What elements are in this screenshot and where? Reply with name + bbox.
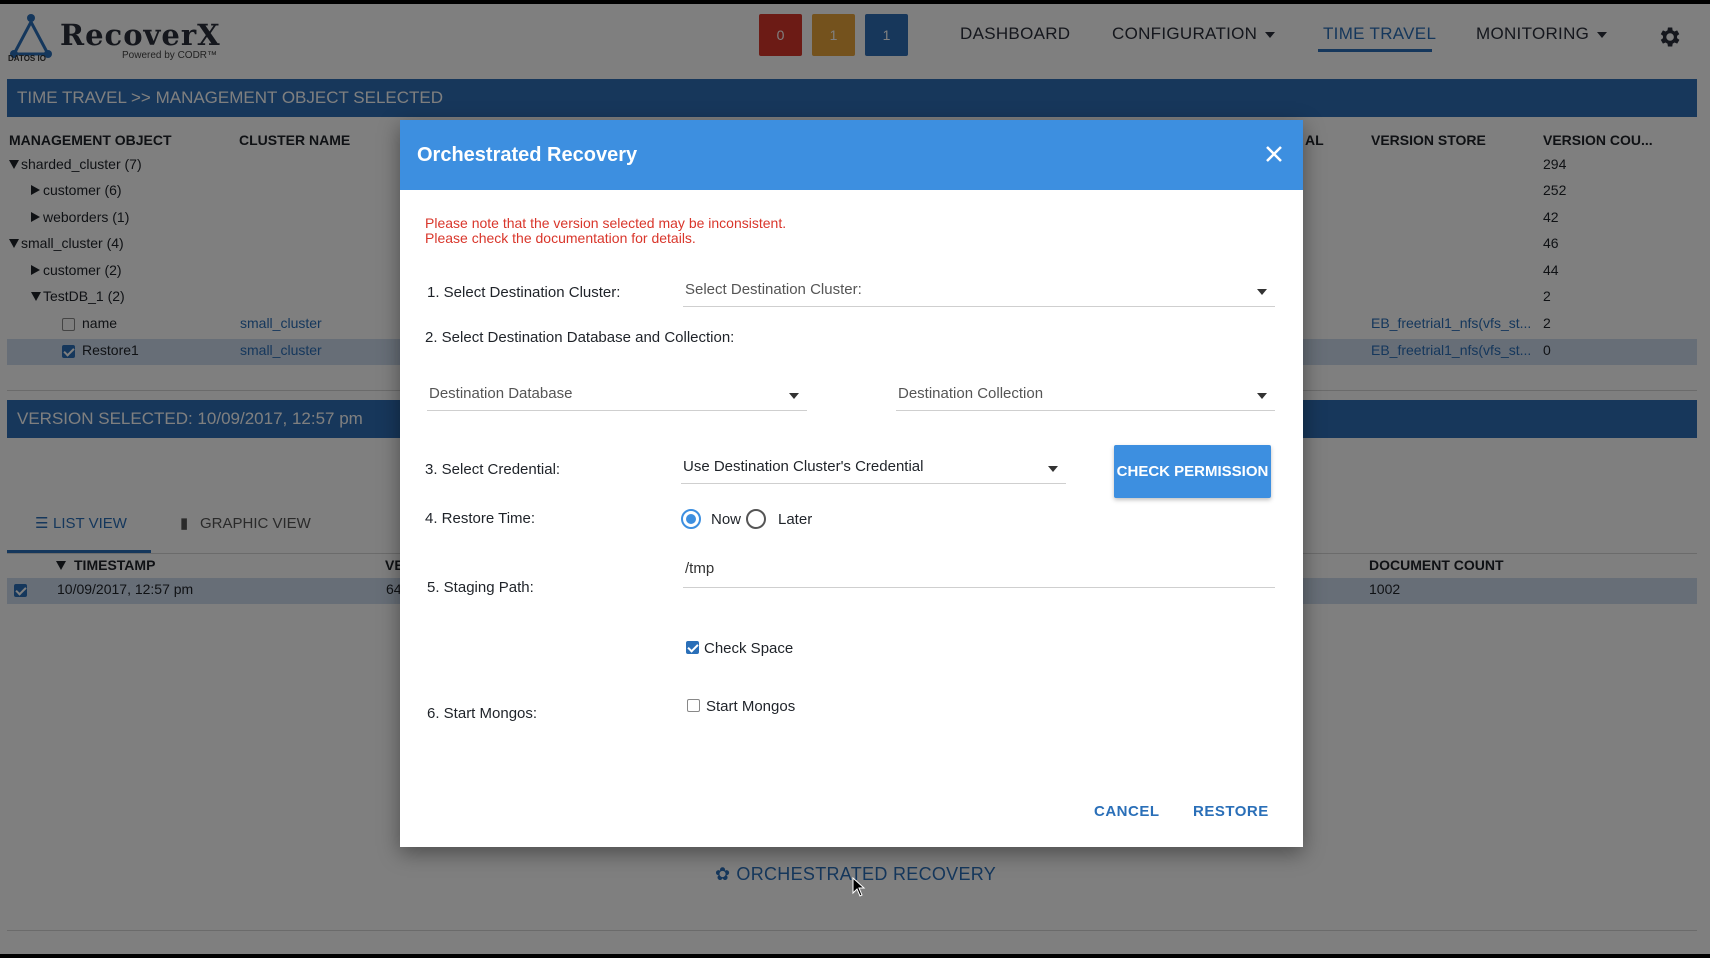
warning-line-1: Please note that the version selected ma… xyxy=(425,215,787,231)
credential-select[interactable]: Use Destination Cluster's Credential xyxy=(681,454,1066,484)
destination-database-placeholder: Destination Database xyxy=(429,385,573,402)
destination-cluster-select[interactable]: Select Destination Cluster: xyxy=(683,277,1275,307)
start-mongos-checkbox[interactable] xyxy=(687,699,700,712)
check-permission-button[interactable]: CHECK PERMISSION xyxy=(1114,445,1271,498)
dialog-header: Orchestrated Recovery xyxy=(400,120,1303,190)
cancel-button[interactable]: CANCEL xyxy=(1094,803,1160,820)
chevron-down-icon xyxy=(1257,393,1267,399)
start-mongos-label[interactable]: Start Mongos xyxy=(706,698,795,715)
chevron-down-icon xyxy=(789,393,799,399)
chevron-down-icon xyxy=(1048,466,1058,472)
step4-label: 4. Restore Time: xyxy=(425,510,536,527)
credential-value: Use Destination Cluster's Credential xyxy=(683,458,924,475)
step1-label: 1. Select Destination Cluster: xyxy=(427,284,621,301)
app-window: DATOS IO RecoverX Powered by CODR™ 0 1 1… xyxy=(0,4,1710,954)
dialog-title: Orchestrated Recovery xyxy=(417,144,638,166)
step5-label: 5. Staging Path: xyxy=(427,579,534,596)
close-icon[interactable] xyxy=(1262,142,1286,166)
check-space-label[interactable]: Check Space xyxy=(704,640,793,657)
mouse-cursor-icon xyxy=(852,877,866,897)
destination-collection-placeholder: Destination Collection xyxy=(898,385,1044,402)
restore-later-radio[interactable] xyxy=(746,509,766,529)
restore-later-label[interactable]: Later xyxy=(778,511,812,528)
restore-now-radio[interactable] xyxy=(681,509,701,529)
destination-database-select[interactable]: Destination Database xyxy=(427,381,807,411)
chevron-down-icon xyxy=(1257,289,1267,295)
warning-line-2: Please check the documentation for detai… xyxy=(425,230,696,246)
staging-path-input[interactable]: /tmp xyxy=(683,556,1275,588)
step6-label: 6. Start Mongos: xyxy=(427,705,538,722)
destination-collection-select[interactable]: Destination Collection xyxy=(896,381,1275,411)
restore-button[interactable]: RESTORE xyxy=(1193,803,1269,820)
step3-label: 3. Select Credential: xyxy=(425,461,561,478)
step2-label: 2. Select Destination Database and Colle… xyxy=(425,329,735,346)
restore-now-label[interactable]: Now xyxy=(711,511,741,528)
destination-cluster-placeholder: Select Destination Cluster: xyxy=(685,281,862,298)
orchestrated-recovery-dialog: Orchestrated Recovery Please note that t… xyxy=(400,120,1303,847)
check-space-checkbox[interactable] xyxy=(686,641,699,654)
